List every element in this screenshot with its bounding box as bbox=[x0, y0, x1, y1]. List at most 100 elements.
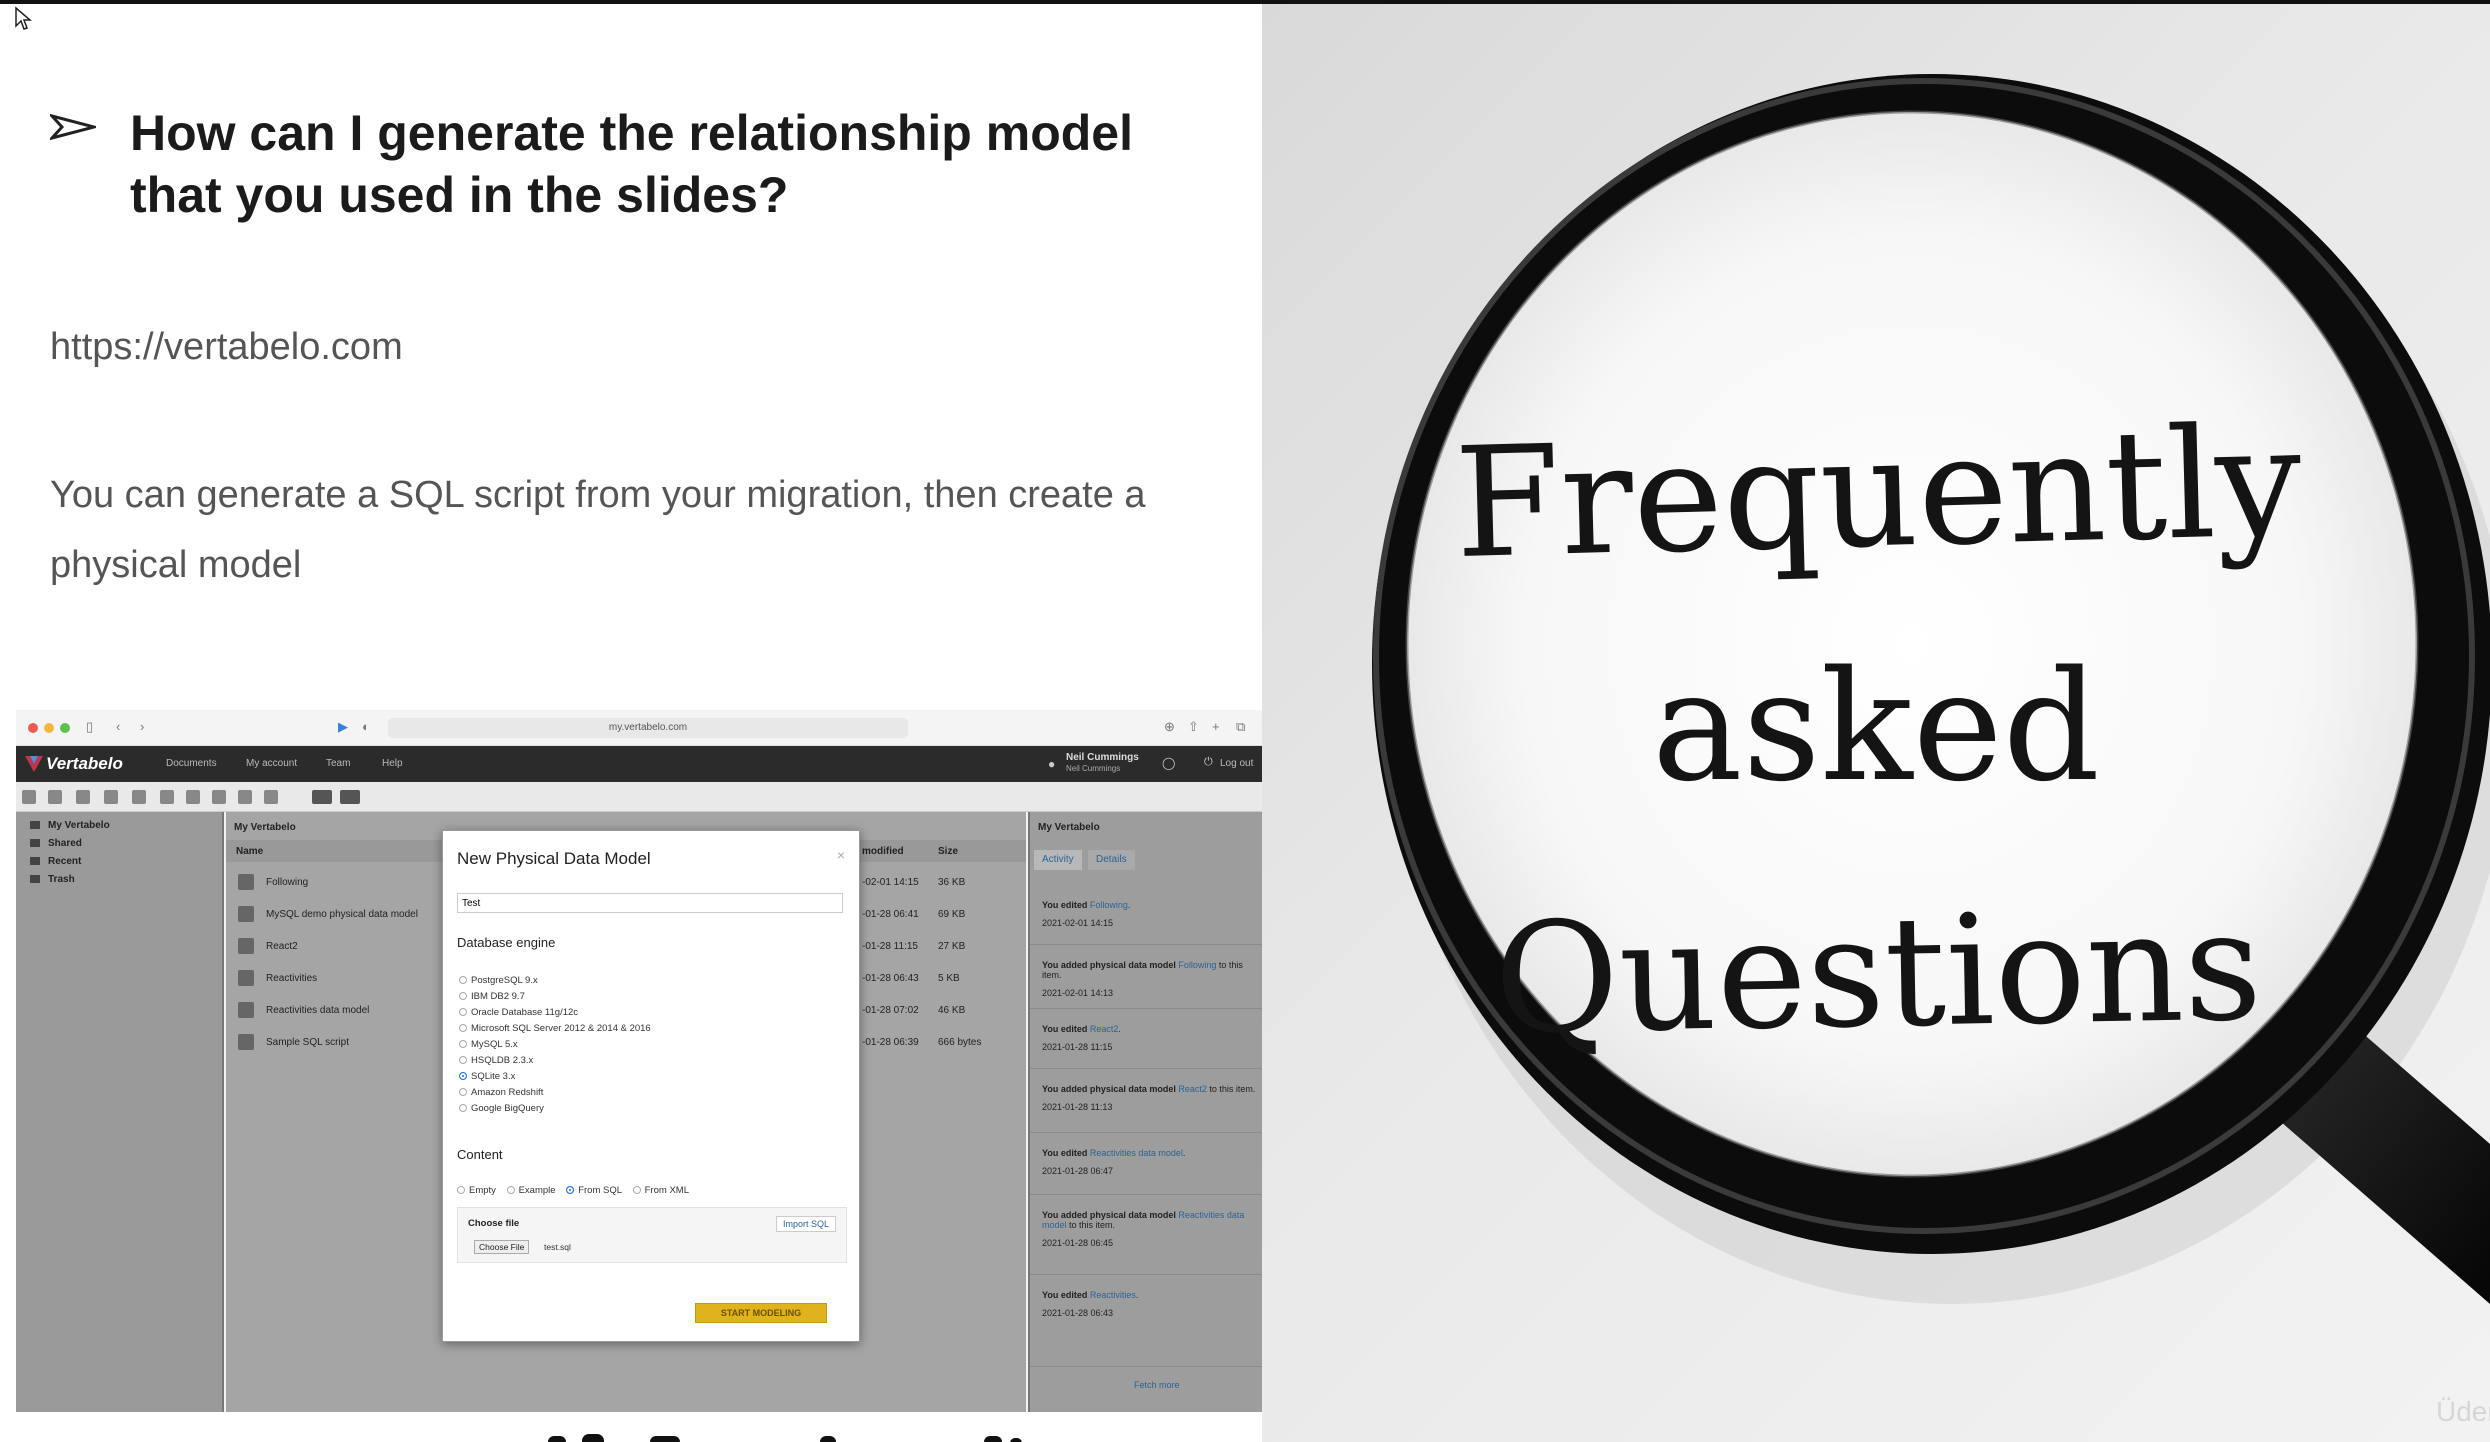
radio-selected-icon bbox=[566, 1186, 575, 1195]
activity-date: 2021-01-28 06:45 bbox=[1042, 1238, 1114, 1248]
close-icon[interactable]: × bbox=[837, 847, 845, 863]
nav-team[interactable]: Team bbox=[326, 758, 350, 769]
content-option-from-sql[interactable]: From SQL bbox=[566, 1185, 622, 1196]
grid-view-icon[interactable] bbox=[340, 790, 360, 804]
tree-trash[interactable]: Trash bbox=[30, 874, 75, 885]
radio-icon bbox=[506, 1186, 515, 1195]
share-icon[interactable]: ⇧ bbox=[1188, 719, 1199, 735]
tab-activity[interactable]: Activity bbox=[1034, 850, 1082, 870]
activity-link[interactable]: Reactivities data model bbox=[1090, 1148, 1183, 1158]
divider bbox=[1030, 1132, 1262, 1133]
list-view-icon[interactable] bbox=[312, 790, 332, 804]
word-frequently: Frequently bbox=[1452, 392, 2304, 593]
model-file-icon bbox=[238, 1002, 254, 1018]
forward-icon[interactable]: › bbox=[140, 719, 144, 734]
radio-icon bbox=[459, 1040, 467, 1049]
engine-label: Oracle Database 11g/12c bbox=[471, 1007, 579, 1018]
tree-shared[interactable]: Shared bbox=[30, 838, 82, 849]
file-name: Reactivities data model bbox=[266, 1005, 370, 1016]
fetch-more-link[interactable]: Fetch more bbox=[1134, 1380, 1180, 1390]
engine-option[interactable]: PostgreSQL 9.x bbox=[459, 975, 538, 986]
activity-text: You edited bbox=[1042, 1024, 1090, 1034]
start-modeling-button[interactable]: START MODELING bbox=[695, 1303, 827, 1323]
user-name[interactable]: Neil Cummings bbox=[1066, 752, 1139, 763]
maximize-dot-icon[interactable] bbox=[60, 723, 70, 733]
activity-link[interactable]: React2 bbox=[1178, 1084, 1207, 1094]
activity-text: You edited bbox=[1042, 1290, 1090, 1300]
address-bar[interactable]: my.vertabelo.com bbox=[388, 718, 908, 738]
copy-icon[interactable] bbox=[104, 790, 118, 804]
file-modified: -01-28 06:39 bbox=[862, 1037, 919, 1048]
file-modified: -01-28 06:41 bbox=[862, 909, 919, 920]
extension-icon[interactable]: ▶ bbox=[338, 719, 348, 735]
activity-entry: You edited Reactivities data model. 2021-… bbox=[1042, 1148, 1258, 1176]
activity-title: My Vertabelo bbox=[1038, 822, 1100, 833]
activity-date: 2021-02-01 14:15 bbox=[1042, 918, 1114, 928]
choose-file-button[interactable]: Choose File bbox=[474, 1240, 530, 1254]
move-icon[interactable] bbox=[212, 790, 226, 804]
vertabelo-url[interactable]: https://vertabelo.com bbox=[50, 326, 403, 369]
file-name: React2 bbox=[266, 941, 298, 952]
engine-option[interactable]: IBM DB2 9.7 bbox=[459, 991, 525, 1002]
engine-label: Google BigQuery bbox=[471, 1103, 544, 1114]
divider bbox=[1030, 1194, 1262, 1195]
engine-option[interactable]: Google BigQuery bbox=[459, 1103, 544, 1114]
chat-icon[interactable]: ◯ bbox=[1162, 756, 1175, 770]
view-icon[interactable] bbox=[132, 790, 146, 804]
activity-date: 2021-01-28 11:15 bbox=[1042, 1042, 1113, 1052]
model-file-icon bbox=[238, 874, 254, 890]
tree-my-vertabelo[interactable]: My Vertabelo bbox=[30, 820, 110, 831]
activity-date: 2021-02-01 14:13 bbox=[1042, 988, 1114, 998]
nav-my-account[interactable]: My account bbox=[246, 758, 297, 769]
shield-icon[interactable]: ◐ bbox=[362, 719, 370, 734]
content-option-from-xml[interactable]: From XML bbox=[632, 1185, 689, 1196]
download-icon[interactable]: ⊕ bbox=[1164, 719, 1175, 735]
back-icon[interactable]: ‹ bbox=[116, 719, 120, 734]
tool-strip bbox=[16, 782, 1262, 812]
model-name-input[interactable] bbox=[457, 893, 843, 913]
logout-link[interactable]: Log out bbox=[1220, 758, 1253, 769]
engine-option[interactable]: MySQL 5.x bbox=[459, 1039, 518, 1050]
activity-link[interactable]: React2 bbox=[1090, 1024, 1119, 1034]
activity-panel: My Vertabelo Activity Details You edited… bbox=[1028, 812, 1262, 1412]
app-logo[interactable]: Vertabelo bbox=[46, 754, 123, 774]
tree-recent[interactable]: Recent bbox=[30, 856, 81, 867]
engine-option[interactable]: Microsoft SQL Server 2012 & 2014 & 2016 bbox=[459, 1023, 651, 1034]
import-sql-button[interactable]: Import SQL bbox=[775, 1216, 836, 1232]
browser-toolbar: ▯ ‹ › ▶ ◐ ⊕ ⇧ + ⧉ my.vertabelo.com bbox=[16, 710, 1262, 746]
engine-option-selected[interactable]: SQLite 3.x bbox=[459, 1071, 515, 1082]
activity-link[interactable]: Following bbox=[1090, 900, 1128, 910]
content-option-empty[interactable]: Empty bbox=[457, 1185, 496, 1196]
nav-documents[interactable]: Documents bbox=[166, 758, 217, 769]
col-modified-header[interactable]: modified bbox=[862, 846, 904, 857]
content-option-example[interactable]: Example bbox=[506, 1185, 556, 1196]
tab-details[interactable]: Details bbox=[1088, 850, 1135, 870]
activity-link[interactable]: Reactivities bbox=[1090, 1290, 1136, 1300]
engine-label: PostgreSQL 9.x bbox=[471, 975, 538, 986]
engine-option[interactable]: Amazon Redshift bbox=[459, 1087, 543, 1098]
export-icon[interactable] bbox=[186, 790, 200, 804]
engine-option[interactable]: Oracle Database 11g/12c bbox=[459, 1007, 578, 1018]
divider bbox=[1030, 1366, 1262, 1367]
new-document-icon[interactable] bbox=[22, 790, 36, 804]
sidebar-toggle-icon[interactable]: ▯ bbox=[86, 719, 93, 735]
content-label: Content bbox=[457, 1147, 503, 1162]
activity-link[interactable]: Following bbox=[1178, 960, 1216, 970]
file-modified: -01-28 06:43 bbox=[862, 973, 919, 984]
activity-text-end: . bbox=[1127, 900, 1131, 910]
new-folder-icon[interactable] bbox=[48, 790, 62, 804]
tabs-icon[interactable]: ⧉ bbox=[1236, 719, 1245, 735]
col-size-header[interactable]: Size bbox=[938, 846, 958, 857]
minimize-dot-icon[interactable] bbox=[44, 723, 54, 733]
new-tab-icon[interactable]: + bbox=[1212, 719, 1220, 734]
file-name: Reactivities bbox=[266, 973, 318, 984]
engine-option[interactable]: HSQLDB 2.3.x bbox=[459, 1055, 533, 1066]
col-name-header[interactable]: Name bbox=[236, 846, 263, 857]
document-icon[interactable] bbox=[160, 790, 174, 804]
tree-label: Recent bbox=[48, 856, 82, 867]
info-icon[interactable] bbox=[264, 790, 278, 804]
share-item-icon[interactable] bbox=[76, 790, 90, 804]
nav-help[interactable]: Help bbox=[382, 758, 403, 769]
trash-icon[interactable] bbox=[238, 790, 252, 804]
close-dot-icon[interactable] bbox=[28, 723, 38, 733]
